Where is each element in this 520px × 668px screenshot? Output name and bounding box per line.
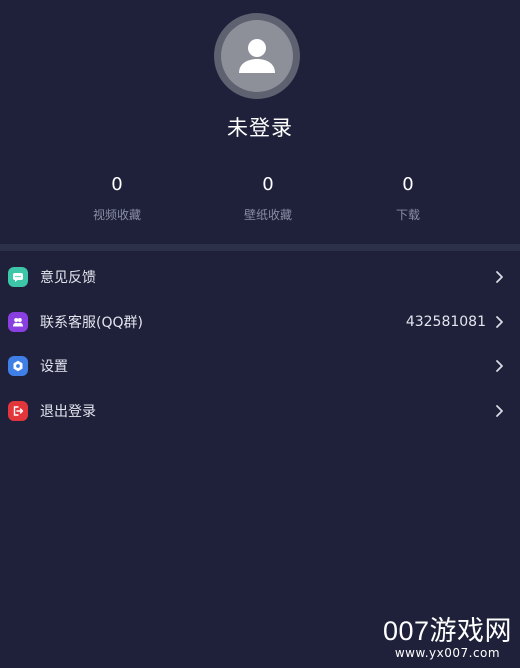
stat-value: 0 <box>111 174 123 195</box>
profile-page: 未登录 0 视频收藏 0 壁纸收藏 0 下载 意见反馈 联系客服(QQ群) 43… <box>0 0 520 668</box>
username-label[interactable]: 未登录 <box>0 112 520 142</box>
menu-item-label: 设置 <box>40 359 68 376</box>
qq-group-number: 432581081 <box>405 313 486 330</box>
stat-label: 壁纸收藏 <box>243 208 292 222</box>
stats-row: 0 视频收藏 0 壁纸收藏 0 下载 <box>0 172 520 232</box>
avatar[interactable] <box>214 13 300 99</box>
menu-item-logout[interactable]: 退出登录 <box>0 389 520 434</box>
user-avatar-icon <box>239 39 275 73</box>
chevron-right-icon <box>496 315 503 328</box>
stat-label: 视频收藏 <box>92 208 141 222</box>
menu-item-settings[interactable]: 设置 <box>0 344 520 389</box>
stat-wallpaper-favorites[interactable]: 0 壁纸收藏 <box>208 172 328 223</box>
menu-item-contact-service[interactable]: 联系客服(QQ群) 432581081 <box>0 300 520 345</box>
watermark-title: 007游戏网 <box>382 616 512 646</box>
chevron-right-icon <box>496 360 503 373</box>
chevron-right-icon <box>496 271 503 284</box>
feedback-icon <box>8 267 28 288</box>
stat-value: 0 <box>262 174 274 195</box>
logout-icon <box>8 400 28 421</box>
stat-downloads[interactable]: 0 下载 <box>348 172 468 223</box>
stat-value: 0 <box>402 174 414 195</box>
menu-item-feedback[interactable]: 意见反馈 <box>0 255 520 300</box>
stat-video-favorites[interactable]: 0 视频收藏 <box>57 172 177 223</box>
menu-item-label: 退出登录 <box>40 403 96 420</box>
site-watermark: 007游戏网 www.yx007.com <box>383 616 512 660</box>
menu-item-label: 联系客服(QQ群) <box>40 314 143 331</box>
stat-label: 下载 <box>395 208 420 222</box>
settings-icon <box>8 356 28 377</box>
section-divider <box>0 244 520 251</box>
watermark-url: www.yx007.com <box>394 646 501 660</box>
menu-item-label: 意见反馈 <box>40 270 96 287</box>
settings-menu: 意见反馈 联系客服(QQ群) 432581081 设置 退出登录 <box>0 255 520 433</box>
contact-service-icon <box>8 311 28 332</box>
chevron-right-icon <box>496 404 503 417</box>
avatar-inner <box>221 20 293 92</box>
